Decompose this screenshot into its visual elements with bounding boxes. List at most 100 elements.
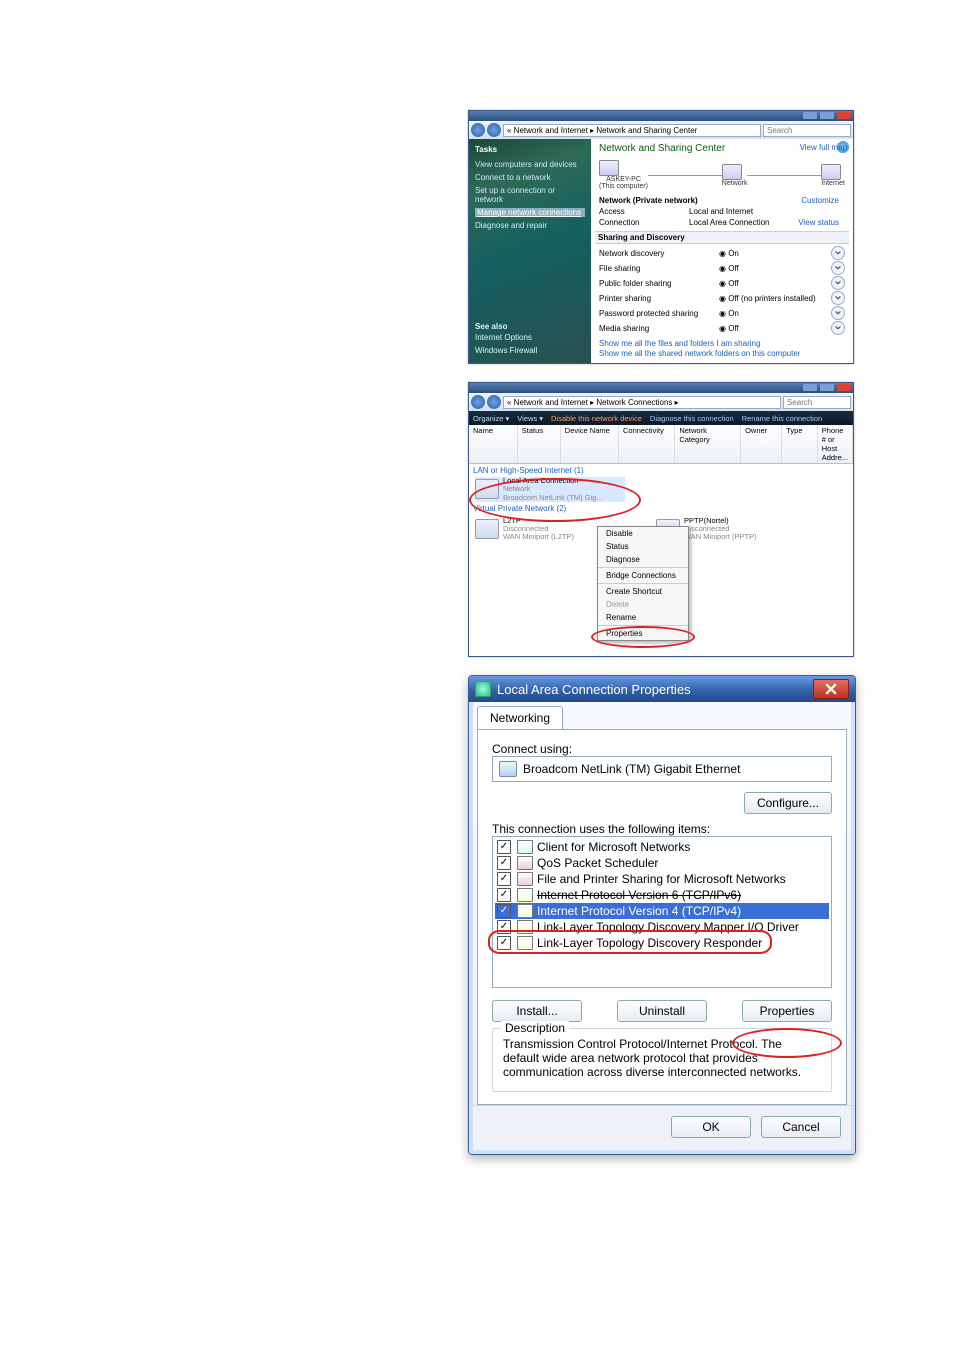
checkbox[interactable]: ✓ bbox=[497, 856, 511, 870]
titlebar[interactable] bbox=[469, 111, 853, 121]
cmd-views[interactable]: Views ▾ bbox=[517, 414, 543, 423]
see-also-internet-options[interactable]: Internet Options bbox=[475, 333, 585, 342]
dialog-icon bbox=[475, 681, 491, 697]
menu-bridge[interactable]: Bridge Connections bbox=[598, 569, 688, 582]
protocol-icon bbox=[517, 872, 533, 886]
pptp-device: WAN Miniport (PPTP) bbox=[684, 533, 757, 541]
connection-lac[interactable]: Local Area Connection Network Broadcom N… bbox=[475, 477, 625, 502]
maximize-button[interactable] bbox=[820, 112, 834, 119]
col-type[interactable]: Type bbox=[782, 425, 817, 463]
cmd-organize[interactable]: Organize ▾ bbox=[473, 414, 509, 423]
connection-l2tp[interactable]: L2TP Disconnected WAN Miniport (L2TP) bbox=[475, 517, 574, 542]
install-button[interactable]: Install... bbox=[492, 1000, 582, 1022]
item-label: File and Printer Sharing for Microsoft N… bbox=[537, 872, 786, 886]
col-net-category[interactable]: Network Category bbox=[675, 425, 741, 463]
tasks-pane: Tasks View computers and devices Connect… bbox=[469, 139, 591, 363]
lac-icon bbox=[475, 479, 499, 499]
show-files-sharing-link[interactable]: Show me all the files and folders I am s… bbox=[599, 339, 845, 348]
task-view-computers[interactable]: View computers and devices bbox=[475, 160, 585, 169]
col-name[interactable]: Name bbox=[469, 425, 518, 463]
menu-diagnose[interactable]: Diagnose bbox=[598, 553, 688, 566]
connection-item[interactable]: ✓ Link-Layer Topology Discovery Responder bbox=[495, 935, 829, 951]
address-bar[interactable]: « Network and Internet ▸ Network and Sha… bbox=[503, 124, 761, 137]
checkbox[interactable]: ✓ bbox=[497, 936, 511, 950]
chevron-down-icon[interactable] bbox=[831, 306, 845, 320]
dialog-titlebar[interactable]: Local Area Connection Properties bbox=[469, 676, 855, 702]
connection-item[interactable]: ✓QoS Packet Scheduler bbox=[495, 855, 829, 871]
maximize-button[interactable] bbox=[820, 384, 834, 391]
connection-item[interactable]: ✓Link-Layer Topology Discovery Mapper I/… bbox=[495, 919, 829, 935]
sd-key: Printer sharing bbox=[599, 294, 719, 303]
sd-row: Password protected sharing◉ On bbox=[599, 306, 845, 320]
col-status[interactable]: Status bbox=[518, 425, 561, 463]
protocol-icon bbox=[517, 904, 533, 918]
tab-networking[interactable]: Networking bbox=[477, 706, 563, 729]
minimize-button[interactable] bbox=[803, 384, 817, 391]
ok-button[interactable]: OK bbox=[671, 1116, 751, 1138]
customize-link[interactable]: Customize bbox=[801, 196, 839, 205]
uninstall-button[interactable]: Uninstall bbox=[617, 1000, 707, 1022]
connection-item[interactable]: ✓Client for Microsoft Networks bbox=[495, 839, 829, 855]
sd-value: ◉ Off bbox=[719, 264, 828, 273]
cmd-rename[interactable]: Rename this connection bbox=[742, 414, 822, 423]
task-diagnose-repair[interactable]: Diagnose and repair bbox=[475, 221, 585, 230]
titlebar[interactable] bbox=[469, 383, 853, 393]
sd-key: Media sharing bbox=[599, 324, 719, 333]
col-phone[interactable]: Phone # or Host Addre... bbox=[818, 425, 853, 463]
menu-status[interactable]: Status bbox=[598, 540, 688, 553]
checkbox[interactable]: ✓ bbox=[497, 888, 511, 902]
chevron-down-icon[interactable] bbox=[831, 276, 845, 290]
chevron-down-icon[interactable] bbox=[831, 291, 845, 305]
l2tp-icon bbox=[475, 519, 499, 539]
connection-item[interactable]: ✓ File and Printer Sharing for Microsoft … bbox=[495, 871, 829, 887]
search-input[interactable]: Search bbox=[783, 396, 851, 409]
close-button[interactable] bbox=[837, 112, 851, 119]
menu-rename[interactable]: Rename bbox=[598, 611, 688, 624]
task-manage-connections[interactable]: Manage network connections bbox=[475, 208, 585, 217]
back-button[interactable] bbox=[471, 123, 485, 137]
chevron-down-icon[interactable] bbox=[831, 246, 845, 260]
col-connectivity[interactable]: Connectivity bbox=[619, 425, 675, 463]
menu-shortcut[interactable]: Create Shortcut bbox=[598, 585, 688, 598]
forward-button[interactable] bbox=[487, 123, 501, 137]
group-vpn: Virtual Private Network (2) bbox=[473, 504, 849, 513]
items-listbox[interactable]: ✓Client for Microsoft Networks✓QoS Packe… bbox=[492, 836, 832, 988]
menu-disable[interactable]: Disable bbox=[598, 527, 688, 540]
l2tp-device: WAN Miniport (L2TP) bbox=[503, 533, 574, 541]
checkbox[interactable]: ✓ bbox=[497, 920, 511, 934]
chevron-down-icon[interactable] bbox=[831, 321, 845, 335]
task-setup-connection[interactable]: Set up a connection or network bbox=[475, 186, 585, 204]
properties-button[interactable]: Properties bbox=[742, 1000, 832, 1022]
view-status-link[interactable]: View status bbox=[798, 218, 839, 227]
access-label: Access bbox=[599, 207, 689, 216]
task-connect-network[interactable]: Connect to a network bbox=[475, 173, 585, 182]
view-full-map-link[interactable]: View full map bbox=[800, 143, 847, 152]
col-owner[interactable]: Owner bbox=[741, 425, 782, 463]
see-also-windows-firewall[interactable]: Windows Firewall bbox=[475, 346, 585, 355]
item-label: Link-Layer Topology Discovery Responder bbox=[537, 936, 762, 950]
chevron-down-icon[interactable] bbox=[831, 261, 845, 275]
group-lan: LAN or High-Speed Internet (1) bbox=[473, 466, 849, 475]
close-button[interactable] bbox=[813, 679, 849, 699]
cancel-button[interactable]: Cancel bbox=[761, 1116, 841, 1138]
configure-button[interactable]: Configure... bbox=[744, 792, 832, 814]
command-bar: Organize ▾ Views ▾ Disable this network … bbox=[469, 411, 853, 425]
checkbox[interactable]: ✓ bbox=[497, 872, 511, 886]
search-input[interactable]: Search bbox=[763, 124, 851, 137]
back-button[interactable] bbox=[471, 395, 485, 409]
col-device[interactable]: Device Name bbox=[561, 425, 619, 463]
checkbox[interactable]: ✓ bbox=[497, 904, 511, 918]
connection-item[interactable]: ✓Internet Protocol Version 4 (TCP/IPv4) bbox=[495, 903, 829, 919]
forward-button[interactable] bbox=[487, 395, 501, 409]
connection-item[interactable]: ✓Internet Protocol Version 6 (TCP/IPv6) bbox=[495, 887, 829, 903]
address-bar[interactable]: « Network and Internet ▸ Network Connect… bbox=[503, 396, 781, 409]
menu-properties[interactable]: Properties bbox=[598, 627, 688, 640]
minimize-button[interactable] bbox=[803, 112, 817, 119]
description-label: Description bbox=[501, 1021, 569, 1035]
column-headers[interactable]: Name Status Device Name Connectivity Net… bbox=[469, 425, 853, 464]
close-button[interactable] bbox=[837, 384, 851, 391]
cmd-disable[interactable]: Disable this network device bbox=[551, 414, 642, 423]
cmd-diagnose[interactable]: Diagnose this connection bbox=[650, 414, 734, 423]
checkbox[interactable]: ✓ bbox=[497, 840, 511, 854]
show-shared-folders-link[interactable]: Show me all the shared network folders o… bbox=[599, 349, 845, 358]
